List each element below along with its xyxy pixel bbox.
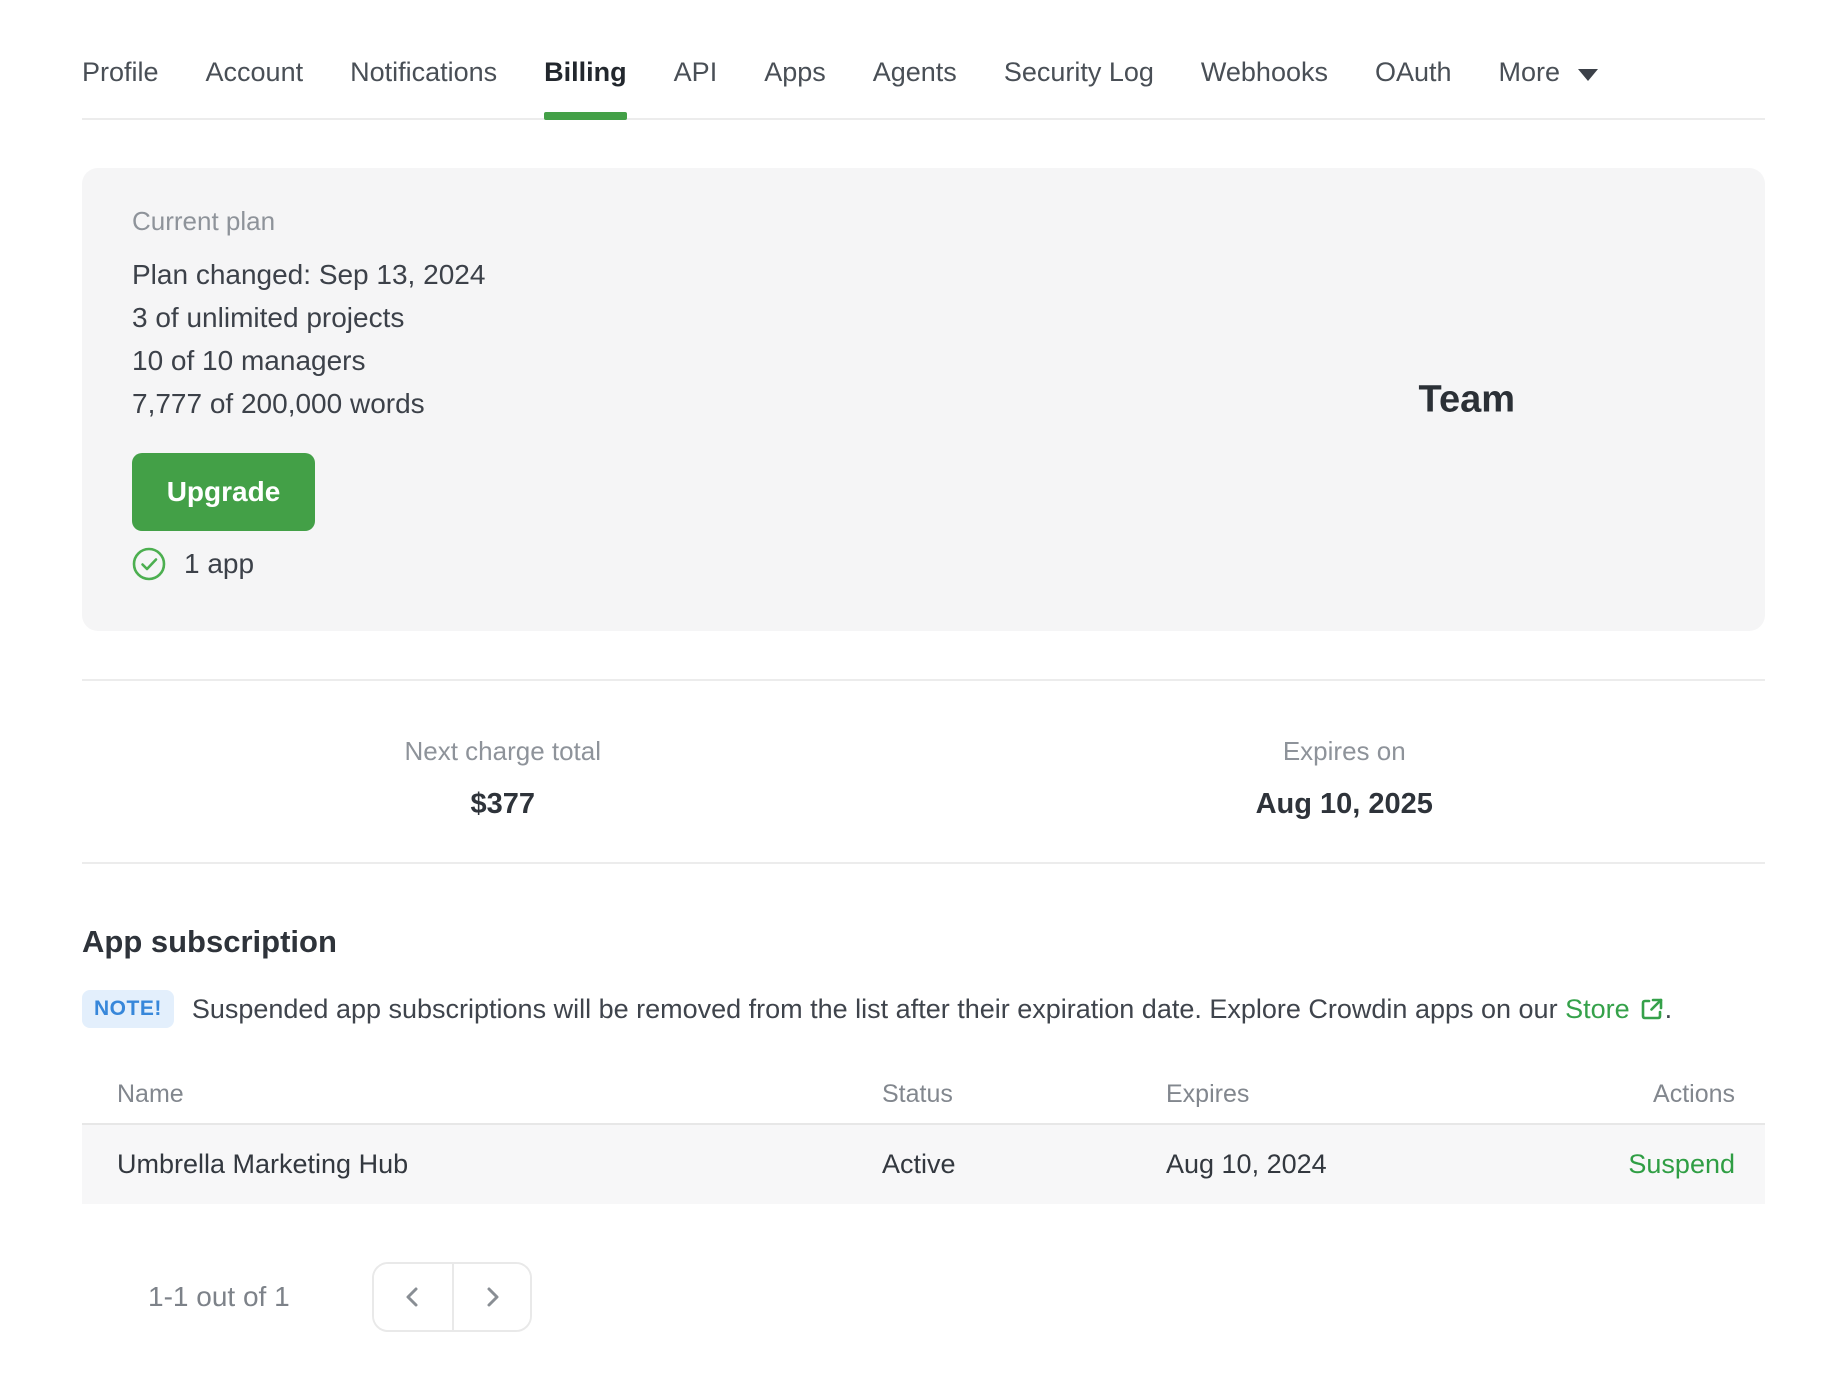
- note-suffix: .: [1664, 993, 1673, 1024]
- app-subscription-title: App subscription: [82, 924, 337, 959]
- current-plan-card: Current plan Plan changed: Sep 13, 2024 …: [82, 168, 1765, 631]
- tab-webhooks[interactable]: Webhooks: [1201, 57, 1328, 118]
- current-plan-label: Current plan: [132, 206, 276, 236]
- check-circle-icon: [132, 547, 166, 581]
- suspend-link[interactable]: Suspend: [1628, 1149, 1735, 1179]
- upgrade-button[interactable]: Upgrade: [132, 453, 315, 531]
- tab-oauth[interactable]: OAuth: [1375, 57, 1452, 118]
- table-row: Umbrella Marketing Hub Active Aug 10, 20…: [82, 1124, 1765, 1204]
- tab-billing[interactable]: Billing: [544, 57, 627, 120]
- tab-more[interactable]: More: [1499, 57, 1599, 118]
- tab-profile[interactable]: Profile: [82, 57, 159, 118]
- divider: [82, 862, 1765, 864]
- billing-settings-page: Profile Account Notifications Billing AP…: [0, 0, 1847, 1332]
- next-charge-value: $377: [470, 788, 535, 820]
- expires-on-value: Aug 10, 2025: [1255, 788, 1433, 820]
- chevron-down-icon: [1578, 68, 1599, 81]
- subscription-note: NOTE! Suspended app subscriptions will b…: [82, 990, 1765, 1028]
- tab-api[interactable]: API: [674, 57, 718, 118]
- tab-more-label: More: [1498, 57, 1561, 87]
- note-text: Suspended app subscriptions will be remo…: [192, 994, 1672, 1025]
- subscription-status: Active: [882, 1149, 956, 1179]
- store-link-label: Store: [1565, 993, 1630, 1024]
- tab-notifications[interactable]: Notifications: [350, 57, 497, 118]
- column-header-status: Status: [882, 1066, 1166, 1125]
- store-link[interactable]: Store: [1565, 994, 1665, 1025]
- pagination-count: 1-1 out of 1: [148, 1281, 290, 1312]
- pagination-controls: [371, 1262, 532, 1332]
- column-header-expires: Expires: [1166, 1066, 1586, 1125]
- apps-count-row: 1 app: [132, 547, 1715, 581]
- next-charge-label: Next charge total: [404, 736, 602, 766]
- plan-managers-usage: 10 of 10 managers: [132, 345, 366, 376]
- subscription-name: Umbrella Marketing Hub: [117, 1149, 409, 1179]
- tab-account[interactable]: Account: [206, 57, 304, 118]
- pagination: 1-1 out of 1: [82, 1262, 1765, 1332]
- plan-changed-date: Plan changed: Sep 13, 2024: [132, 259, 486, 290]
- tab-apps[interactable]: Apps: [764, 57, 826, 118]
- apps-count-label: 1 app: [184, 548, 255, 579]
- settings-tab-bar: Profile Account Notifications Billing AP…: [82, 0, 1765, 120]
- expires-on-block: Expires on Aug 10, 2025: [924, 736, 1766, 821]
- tab-agents[interactable]: Agents: [873, 57, 957, 118]
- chevron-left-icon: [406, 1287, 418, 1307]
- subscriptions-table: Name Status Expires Actions Umbrella Mar…: [82, 1066, 1765, 1204]
- table-header-row: Name Status Expires Actions: [82, 1066, 1765, 1125]
- next-charge-block: Next charge total $377: [82, 736, 924, 821]
- note-badge: NOTE!: [82, 990, 174, 1028]
- column-header-name: Name: [82, 1066, 882, 1125]
- plan-projects-usage: 3 of unlimited projects: [132, 302, 405, 333]
- billing-summary: Next charge total $377 Expires on Aug 10…: [82, 681, 1765, 862]
- column-header-actions: Actions: [1586, 1066, 1765, 1125]
- previous-page-button[interactable]: [373, 1264, 452, 1330]
- note-text-body: Suspended app subscriptions will be remo…: [191, 993, 1558, 1024]
- expires-on-label: Expires on: [1282, 736, 1406, 766]
- subscription-expires: Aug 10, 2024: [1166, 1149, 1327, 1179]
- plan-name: Team: [1418, 378, 1515, 420]
- tab-security-log[interactable]: Security Log: [1004, 57, 1154, 118]
- chevron-right-icon: [487, 1287, 499, 1307]
- next-page-button[interactable]: [451, 1264, 530, 1330]
- external-link-icon: [1641, 998, 1662, 1020]
